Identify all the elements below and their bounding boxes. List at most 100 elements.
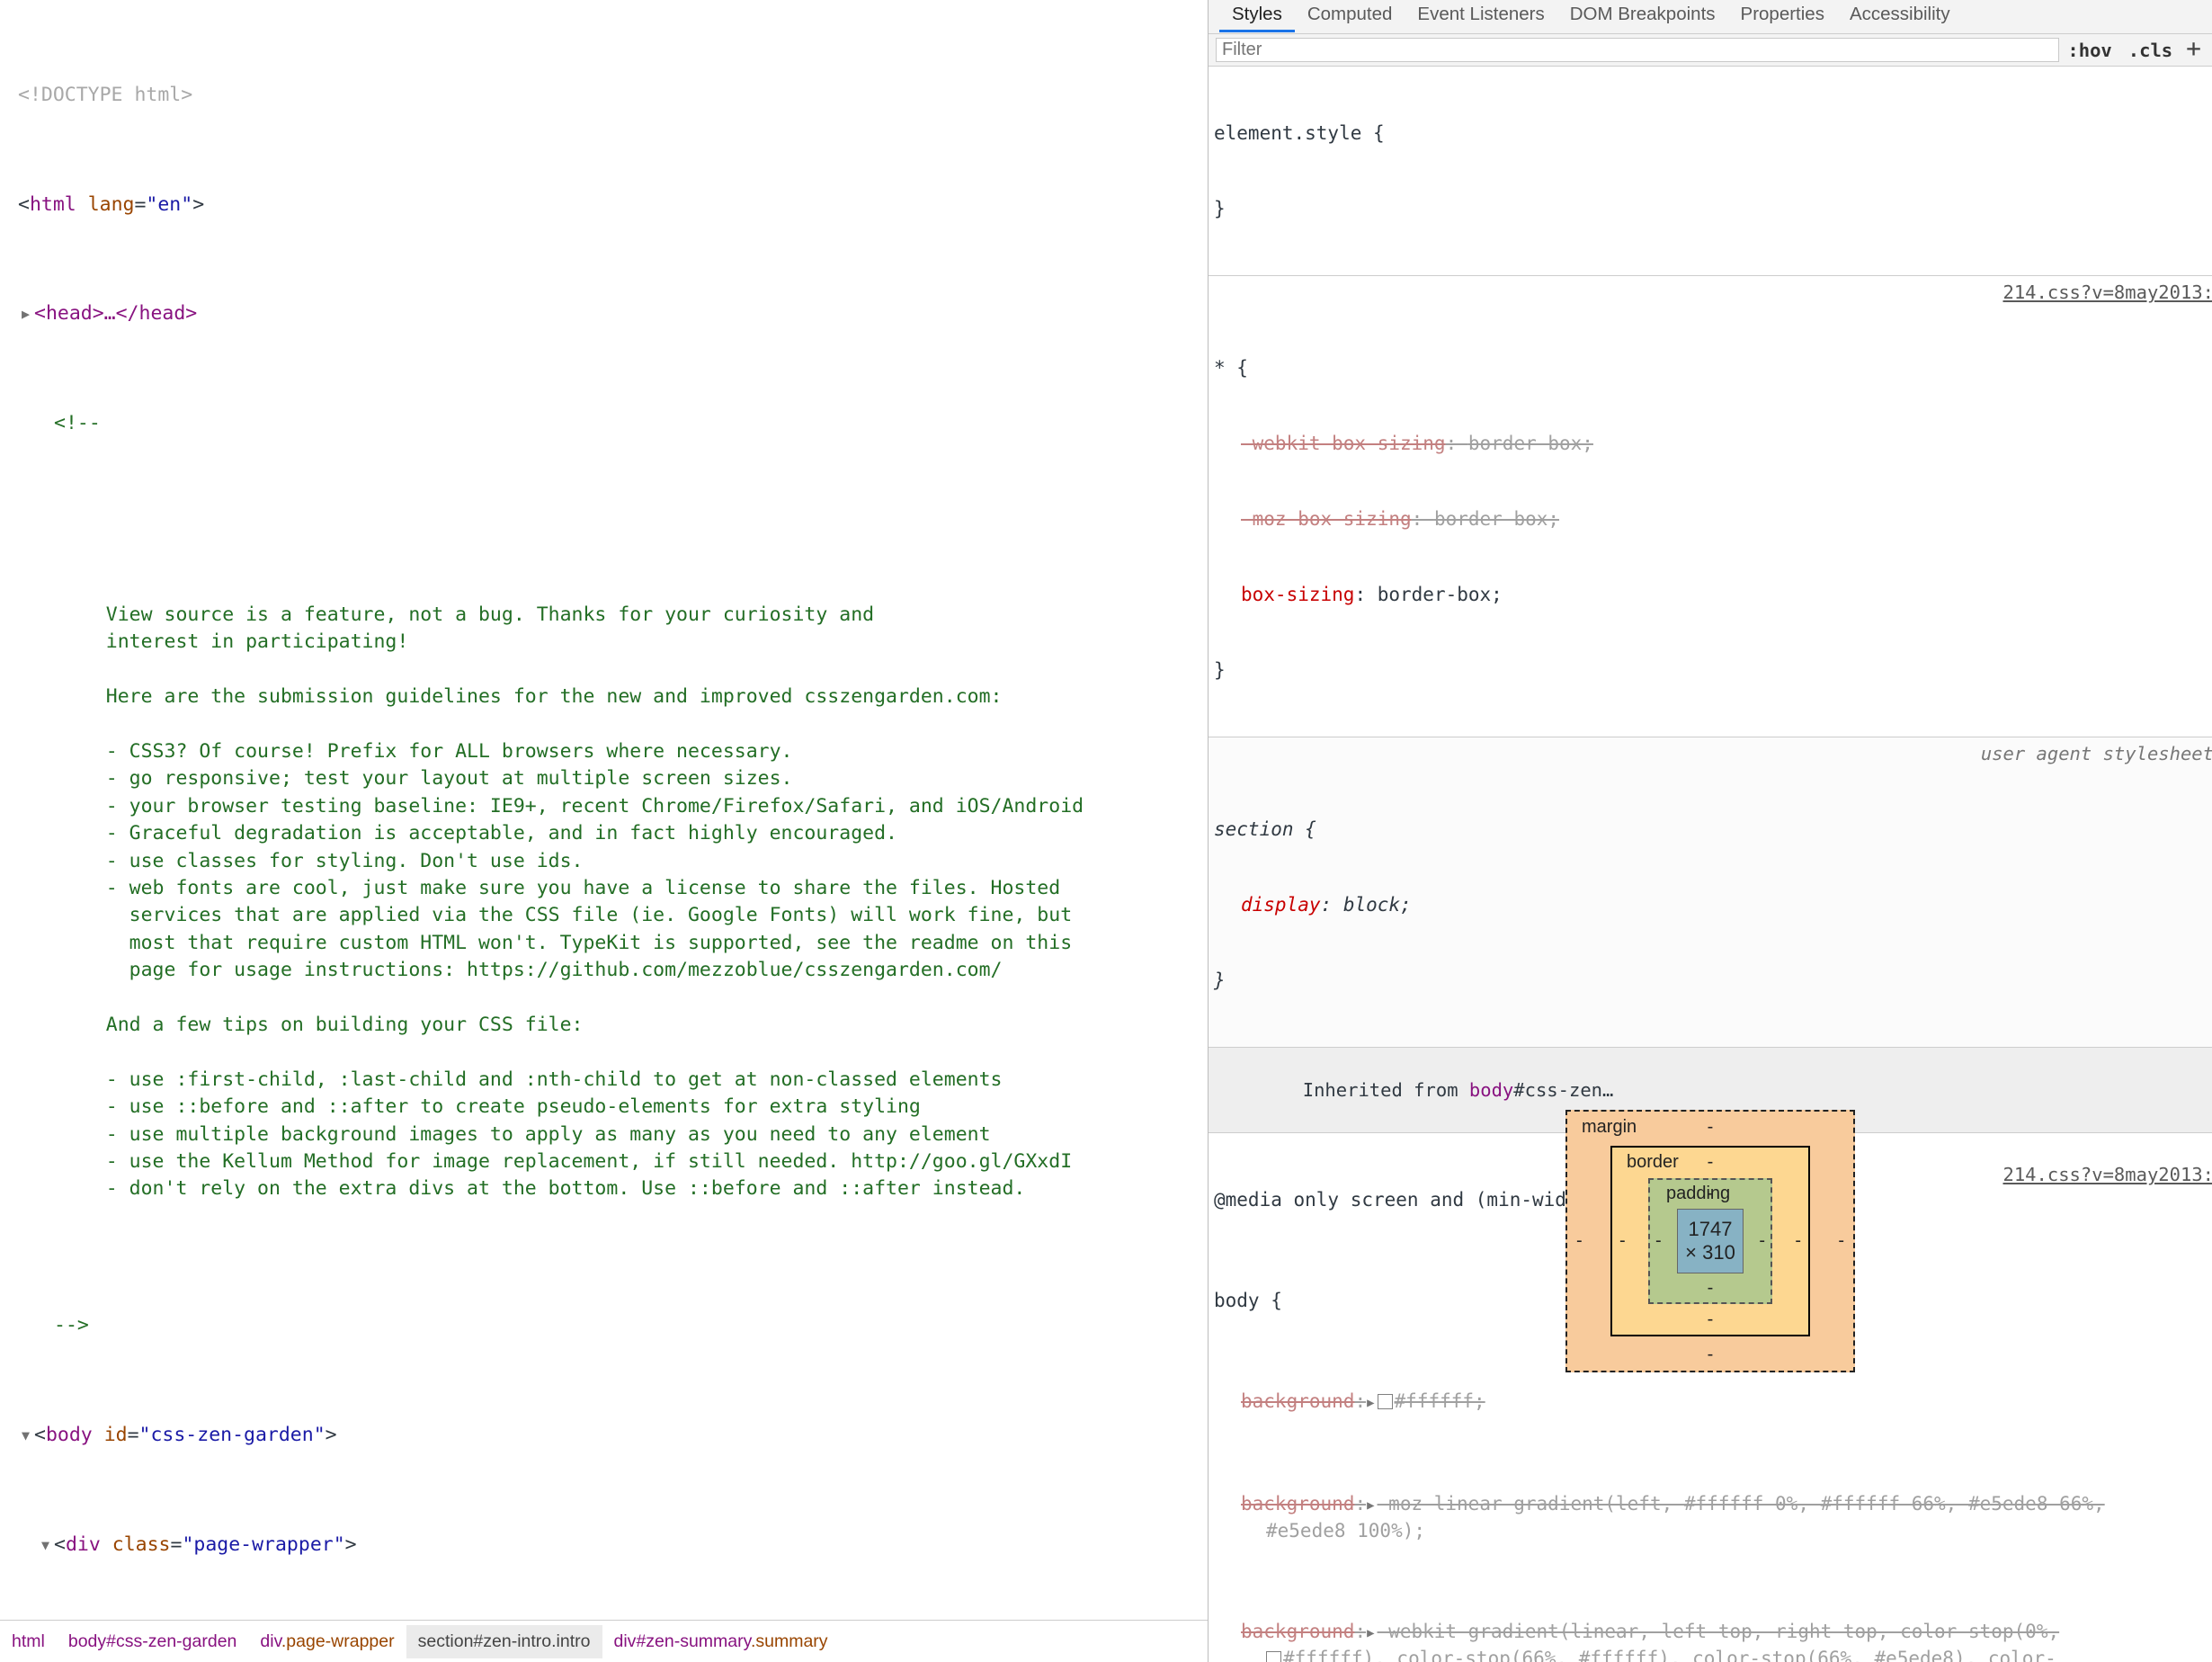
breadcrumb-item-html[interactable]: html [0, 1625, 57, 1658]
css-value[interactable]: border-box; [1378, 584, 1503, 605]
css-value[interactable]: #ffffff; [1395, 1390, 1485, 1412]
rule-section-user-agent[interactable]: user agent stylesheet section { display:… [1209, 737, 2212, 1048]
css-value[interactable]: -webkit-gradient(linear, left top, right… [1378, 1621, 2060, 1642]
rule-close-brace: } [1214, 198, 1226, 219]
padding-right-value[interactable]: - [1759, 1231, 1765, 1252]
styles-filter-bar[interactable]: :hov .cls + [1209, 34, 2212, 67]
padding-top-value[interactable]: - [1708, 1184, 1714, 1204]
tab-event-listeners[interactable]: Event Listeners [1405, 0, 1556, 31]
attr-value: "css-zen-garden" [138, 1424, 326, 1447]
margin-right-value[interactable]: - [1838, 1231, 1844, 1252]
dom-tree[interactable]: ▶<!DOCTYPE html> ▶<html lang="en"> ▶<hea… [0, 0, 1208, 1620]
declaration-row[interactable]: background:▶ -webkit-gradient(linear, lef… [1214, 1619, 2212, 1662]
margin-left-value[interactable]: - [1576, 1231, 1583, 1252]
attr-value: "page-wrapper" [182, 1532, 345, 1556]
styles-panel: Styles Computed Event Listeners DOM Breakpo… [1209, 0, 2212, 1662]
rule-close-brace: } [1214, 970, 1226, 991]
padding-left-value[interactable]: - [1655, 1231, 1662, 1252]
attr-value: "en" [146, 192, 193, 216]
tab-computed[interactable]: Computed [1295, 0, 1405, 31]
css-value[interactable]: -moz-linear-gradient(left, #ffffff 0%, #… [1378, 1493, 2105, 1515]
declaration-row[interactable]: background:▶ -moz-linear-gradient(left, #… [1214, 1491, 2212, 1543]
css-property: display [1241, 894, 1321, 916]
breadcrumb-item-div[interactable]: div#zen-summary.summary [602, 1625, 840, 1658]
declaration-row[interactable]: box-sizing: border-box; [1214, 582, 2212, 607]
expand-triangle-icon[interactable]: ▶ [1366, 1390, 1377, 1416]
css-property[interactable]: box-sizing [1214, 584, 1354, 605]
comment-close-token: --> [54, 1314, 89, 1337]
box-model-margin[interactable]: margin - - - - border - - - - padding - [1565, 1110, 1855, 1372]
box-model-padding[interactable]: padding - - - - 1747 × 310 [1648, 1178, 1772, 1304]
color-swatch[interactable] [1266, 1651, 1281, 1662]
css-property[interactable]: background [1214, 1390, 1354, 1412]
border-bottom-value[interactable]: - [1708, 1309, 1714, 1330]
breadcrumb-item-div[interactable]: div.page-wrapper [248, 1625, 406, 1658]
chevron-down-icon[interactable]: ▼ [41, 1532, 54, 1559]
border-right-value[interactable]: - [1795, 1231, 1801, 1252]
color-swatch[interactable] [1377, 1394, 1393, 1409]
declaration-row[interactable]: background:▶ #ffffff; [1214, 1389, 2212, 1416]
tab-properties[interactable]: Properties [1728, 0, 1837, 31]
styles-panel-tabbar[interactable]: Styles Computed Event Listeners DOM Breakpo… [1209, 0, 2212, 34]
hov-toggle-button[interactable]: :hov [2059, 40, 2119, 61]
padding-bottom-value[interactable]: - [1708, 1278, 1714, 1299]
tag-name: html [29, 192, 76, 216]
inherited-rest: #css-zen… [1513, 1079, 1614, 1101]
elements-dom-panel: ▶<!DOCTYPE html> ▶<html lang="en"> ▶<hea… [0, 0, 1208, 1662]
css-rules-list: element.style { } 214.css?v=8may2013: * … [1209, 67, 2212, 1662]
rule-selector[interactable]: element.style { [1214, 121, 2212, 146]
chevron-down-icon[interactable]: ▼ [22, 1422, 34, 1449]
breadcrumb[interactable]: html body#css-zen-garden div.page-wrapper s… [0, 1620, 1208, 1662]
css-property[interactable]: background [1214, 1493, 1354, 1515]
css-property[interactable]: background [1214, 1621, 1354, 1642]
filter-input[interactable] [1216, 38, 2060, 62]
tag-name: body [45, 1424, 93, 1447]
dom-node-html-open[interactable]: ▶<html lang="en"> [0, 192, 1208, 219]
rule-element-style[interactable]: element.style { } [1209, 67, 2212, 276]
cls-toggle-button[interactable]: .cls [2120, 40, 2181, 61]
expand-triangle-icon[interactable]: ▶ [1366, 1621, 1377, 1646]
chevron-right-icon[interactable]: ▶ [22, 300, 34, 327]
declaration-row[interactable]: -moz-box-sizing: border-box; [1214, 506, 2212, 532]
dom-node-head[interactable]: ▶ <head>…</head> [0, 300, 1208, 327]
box-model-border[interactable]: border - - - - padding - - - - 1747 × 31… [1610, 1146, 1810, 1336]
css-property[interactable]: -webkit-box-sizing [1214, 433, 1446, 454]
tab-styles[interactable]: Styles [1219, 0, 1295, 32]
padding-label: padding [1666, 1184, 1731, 1203]
dom-node-doctype[interactable]: ▶<!DOCTYPE html> [0, 82, 1208, 109]
declaration-row[interactable]: -webkit-box-sizing: border-box; [1214, 431, 2212, 456]
dom-node-page-wrapper[interactable]: ▼ <div class="page-wrapper"> [0, 1532, 1208, 1559]
dom-node-comment-close-1[interactable]: ▶--> [0, 1312, 1208, 1339]
breadcrumb-item-section[interactable]: section#zen-intro.intro [406, 1624, 602, 1658]
comment-open-token: <!-- [54, 412, 101, 435]
margin-bottom-value[interactable]: - [1708, 1345, 1714, 1365]
border-label: border [1627, 1152, 1679, 1172]
attr-name: id [103, 1424, 128, 1447]
rule-close-brace: } [1214, 659, 1226, 681]
inherited-prefix: Inherited from [1302, 1079, 1469, 1101]
border-top-value[interactable]: - [1708, 1152, 1714, 1173]
margin-top-value[interactable]: - [1708, 1117, 1714, 1138]
rule-source-link[interactable]: 214.css?v=8may2013: [2003, 280, 2212, 305]
tab-accessibility[interactable]: Accessibility [1837, 0, 1963, 31]
expand-triangle-icon[interactable]: ▶ [1366, 1493, 1377, 1518]
breadcrumb-item-body[interactable]: body#css-zen-garden [57, 1625, 249, 1658]
css-value[interactable]: border-box; [1434, 508, 1559, 530]
css-value-cont: #ffffff), color-stop(66%, #ffffff), colo… [1283, 1648, 2056, 1662]
doctype-text: <!DOCTYPE html> [18, 84, 193, 107]
box-model-content[interactable]: 1747 × 310 [1677, 1209, 1744, 1273]
css-value[interactable]: border-box; [1468, 433, 1593, 454]
new-style-rule-button[interactable]: + [2181, 35, 2207, 65]
rule-selector[interactable]: * { [1214, 355, 2212, 380]
rule-selector: section { [1214, 818, 1316, 840]
rule-source-label: user agent stylesheet [1980, 743, 2212, 764]
margin-label: margin [1582, 1117, 1637, 1137]
dom-node-body[interactable]: ▼ <body id="css-zen-garden"> [0, 1422, 1208, 1449]
border-left-value[interactable]: - [1619, 1231, 1626, 1252]
rule-universal[interactable]: 214.css?v=8may2013: * { -webkit-box-sizi… [1209, 276, 2212, 737]
tab-dom-breakpoints[interactable]: DOM Breakpoints [1557, 0, 1728, 31]
dom-node-comment-open-1[interactable]: ▶<!-- [0, 410, 1208, 437]
css-property[interactable]: -moz-box-sizing [1214, 508, 1412, 530]
css-value-cont: #e5ede8 100%); [1266, 1520, 1426, 1541]
inherited-tag[interactable]: body [1469, 1079, 1513, 1101]
